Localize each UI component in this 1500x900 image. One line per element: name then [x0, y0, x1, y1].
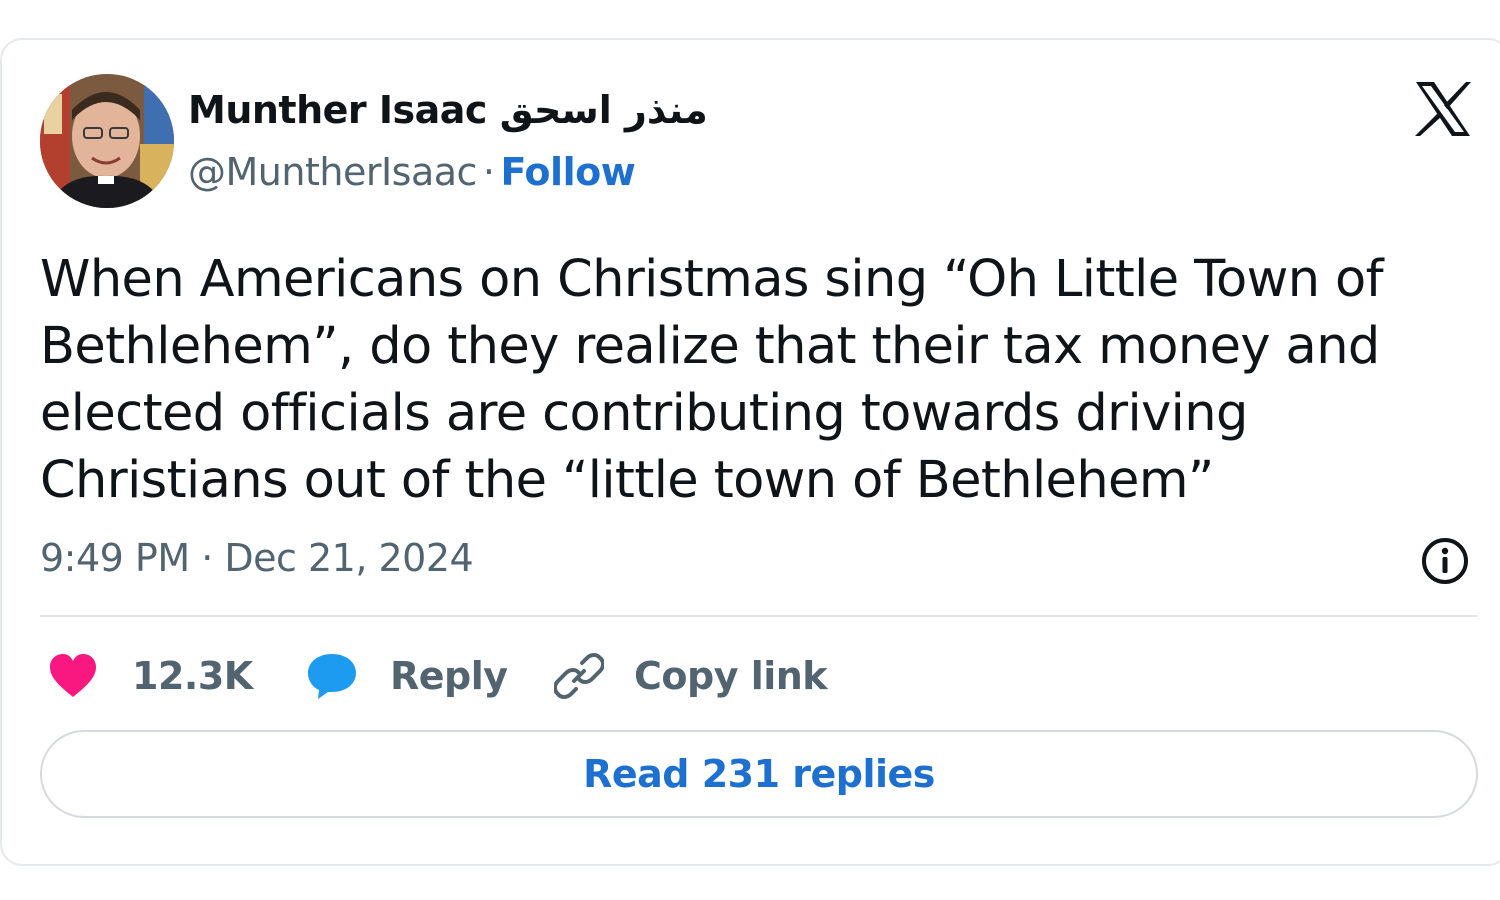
like-button[interactable]: 12.3K [48, 648, 253, 704]
link-icon [554, 653, 604, 699]
avatar-photo [40, 74, 174, 208]
copy-link-button[interactable]: Copy link [554, 648, 828, 704]
like-count: 12.3K [132, 654, 253, 698]
reply-button[interactable]: Reply [306, 648, 508, 704]
author-handle-row: @MuntherIsaac · Follow [188, 150, 636, 194]
reply-label: Reply [390, 654, 508, 698]
author-handle[interactable]: @MuntherIsaac [188, 150, 477, 194]
info-icon[interactable] [1420, 536, 1470, 586]
x-logo-icon[interactable] [1412, 78, 1474, 140]
copy-link-label: Copy link [634, 654, 828, 698]
speech-bubble-icon [308, 654, 356, 699]
avatar[interactable] [40, 74, 174, 208]
read-replies-button[interactable]: Read 231 replies [40, 730, 1478, 818]
follow-link[interactable]: Follow [501, 150, 636, 194]
divider [40, 615, 1478, 617]
heart-icon [50, 654, 96, 697]
tweet-text: When Americans on Christmas sing “Oh Lit… [40, 250, 1384, 510]
read-replies-label: Read 231 replies [583, 752, 935, 796]
separator-dot: · [482, 150, 495, 194]
tweet-timestamp[interactable]: 9:49 PM · Dec 21, 2024 [40, 536, 474, 580]
author-display-name[interactable]: Munther Isaac منذر اسحق [188, 88, 708, 132]
